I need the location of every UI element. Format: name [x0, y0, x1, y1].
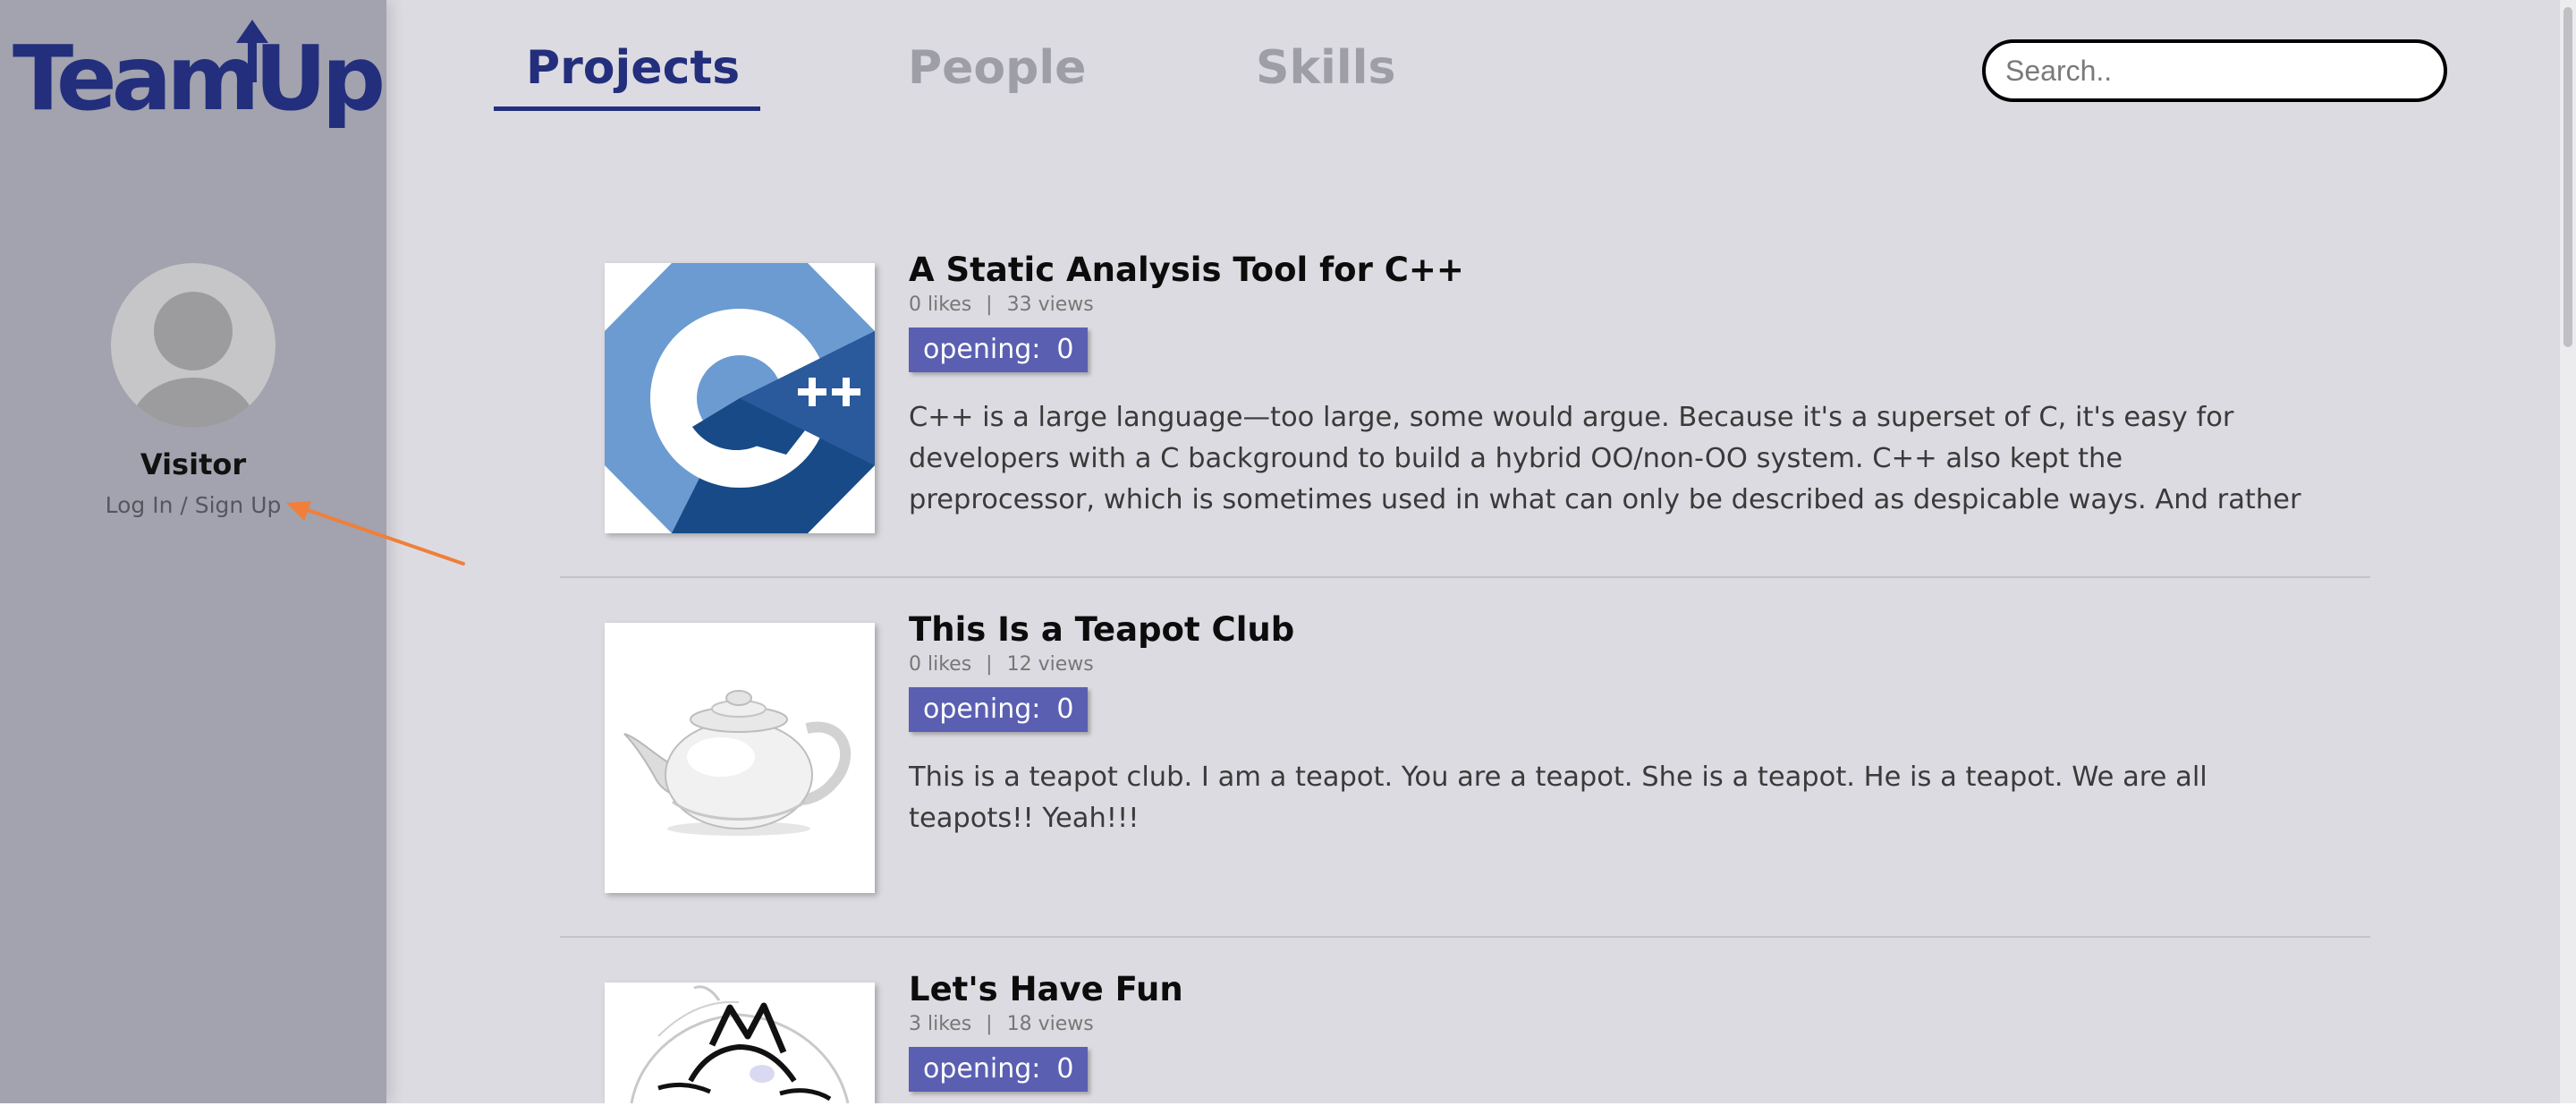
project-thumbnail[interactable] [605, 623, 875, 893]
opening-count: 0 [1056, 693, 1074, 725]
opening-label: opening: [923, 1053, 1041, 1085]
search-input[interactable] [1982, 39, 2447, 102]
project-description: This is a teapot club. I am a teapot. Yo… [909, 761, 2207, 834]
user-avatar-icon [111, 263, 275, 428]
opening-badge: opening: 0 [909, 1047, 1089, 1092]
user-name: Visitor [140, 447, 247, 481]
likes-count: 0 likes [909, 294, 972, 316]
project-card: Let's Have Fun 3 likes | 18 views opening:… [560, 970, 2370, 1103]
teapot-image [605, 623, 875, 893]
likes-count: 0 likes [909, 653, 972, 676]
views-count: 33 views [1006, 294, 1094, 316]
stats-separator: | [986, 1013, 993, 1035]
cpp-logo-icon [605, 263, 875, 533]
logo-up-arrow-icon [236, 20, 268, 82]
teamup-logo[interactable]: TeamUp [13, 18, 386, 143]
scrollbar-thumb[interactable] [2563, 7, 2572, 347]
stats-separator: | [986, 294, 993, 316]
project-thumbnail[interactable] [605, 263, 875, 533]
stats-separator: | [986, 653, 993, 676]
likes-count: 3 likes [909, 1013, 972, 1035]
opening-label: opening: [923, 693, 1041, 725]
active-tab-indicator [494, 106, 760, 111]
opening-count: 0 [1056, 1053, 1074, 1085]
views-count: 18 views [1006, 1013, 1094, 1035]
opening-badge: opening: 0 [909, 687, 1089, 732]
project-card: This Is a Teapot Club 0 likes | 12 views o… [560, 610, 2370, 893]
project-thumbnail[interactable] [605, 983, 875, 1103]
project-title[interactable]: A Static Analysis Tool for C++ [909, 251, 1464, 289]
tab-projects[interactable]: Projects [526, 41, 740, 95]
project-card: A Static Analysis Tool for C++ 0 likes | 3… [560, 251, 2370, 533]
list-divider [560, 936, 2370, 938]
list-divider [560, 576, 2370, 578]
tab-people[interactable]: People [908, 41, 1086, 95]
tab-skills[interactable]: Skills [1256, 41, 1395, 95]
project-stats: 3 likes | 18 views [909, 1013, 1094, 1035]
cat-sketch-image [605, 983, 875, 1103]
opening-label: opening: [923, 334, 1041, 365]
logo-text: TeamUp [13, 26, 386, 131]
annotation-arrow-icon [286, 501, 465, 566]
opening-badge: opening: 0 [909, 328, 1089, 372]
project-description: C++ is a large language—too large, some … [909, 402, 2301, 515]
vertical-scrollbar[interactable] [2560, 0, 2576, 1103]
project-title[interactable]: Let's Have Fun [909, 970, 1183, 1008]
opening-count: 0 [1056, 334, 1074, 365]
project-stats: 0 likes | 33 views [909, 294, 1094, 316]
views-count: 12 views [1006, 653, 1094, 676]
project-stats: 0 likes | 12 views [909, 653, 1094, 676]
project-title[interactable]: This Is a Teapot Club [909, 610, 1294, 649]
